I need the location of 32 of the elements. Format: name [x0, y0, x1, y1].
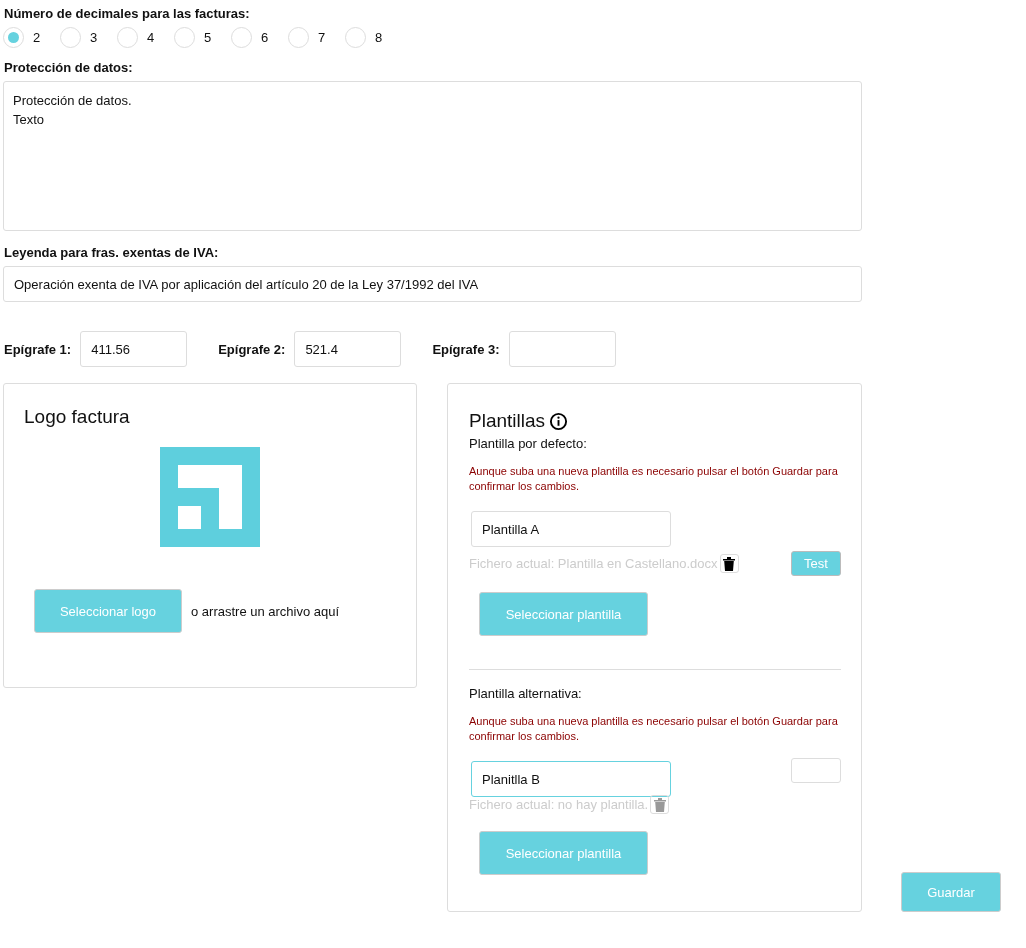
radio-label: 4 [147, 30, 155, 45]
card-title: Plantillas [469, 410, 546, 432]
field-label: Epígrafe 3: [432, 341, 500, 357]
field-label: Leyenda para fras. exentas de IVA: [4, 245, 220, 260]
trash-icon [653, 797, 666, 812]
radio-label: 7 [318, 30, 326, 45]
info-icon[interactable] [549, 411, 569, 431]
text-area[interactable]: Protección de datos. Texto [3, 81, 862, 231]
radio-label: 6 [261, 30, 269, 45]
field-label: Número de decimales para las facturas: [4, 6, 251, 21]
input-field[interactable]: 521.4 [294, 331, 402, 367]
input-field[interactable]: Planitlla B [471, 761, 671, 797]
input-field[interactable] [508, 331, 616, 367]
card-title: Logo factura [24, 406, 131, 428]
section-label: Plantilla por defecto: [469, 436, 588, 451]
input-field[interactable]: Operación exenta de IVA por aplicación del artículo 20 de la Ley 37/1992 del IVA [3, 266, 862, 302]
radio-label: 3 [90, 30, 98, 45]
radio-label: 5 [204, 30, 212, 45]
field-label: Epígrafe 2: [218, 341, 286, 357]
warning-note: Aunque suba una nueva plantilla es necesario pulsar el botón Guardar para confirmar los cambios. [469, 714, 839, 744]
radio-label: 2 [33, 30, 41, 45]
input-field[interactable]: 411.56 [80, 331, 188, 367]
section-label: Plantilla alternativa: [469, 686, 583, 701]
trash-icon [723, 556, 736, 571]
field-label: Epígrafe 1: [4, 341, 72, 357]
input-field[interactable]: Plantilla A [471, 511, 671, 547]
warning-note: Aunque suba una nueva plantilla es necesario pulsar el botón Guardar para confirmar los cambios. [469, 464, 839, 494]
field-label: Protección de datos: [4, 60, 134, 75]
input-field[interactable] [791, 758, 841, 783]
radio-label: 8 [375, 30, 383, 45]
delete-button[interactable] [719, 554, 739, 573]
drop-hint: o arrastre un archivo aquí [191, 603, 340, 619]
